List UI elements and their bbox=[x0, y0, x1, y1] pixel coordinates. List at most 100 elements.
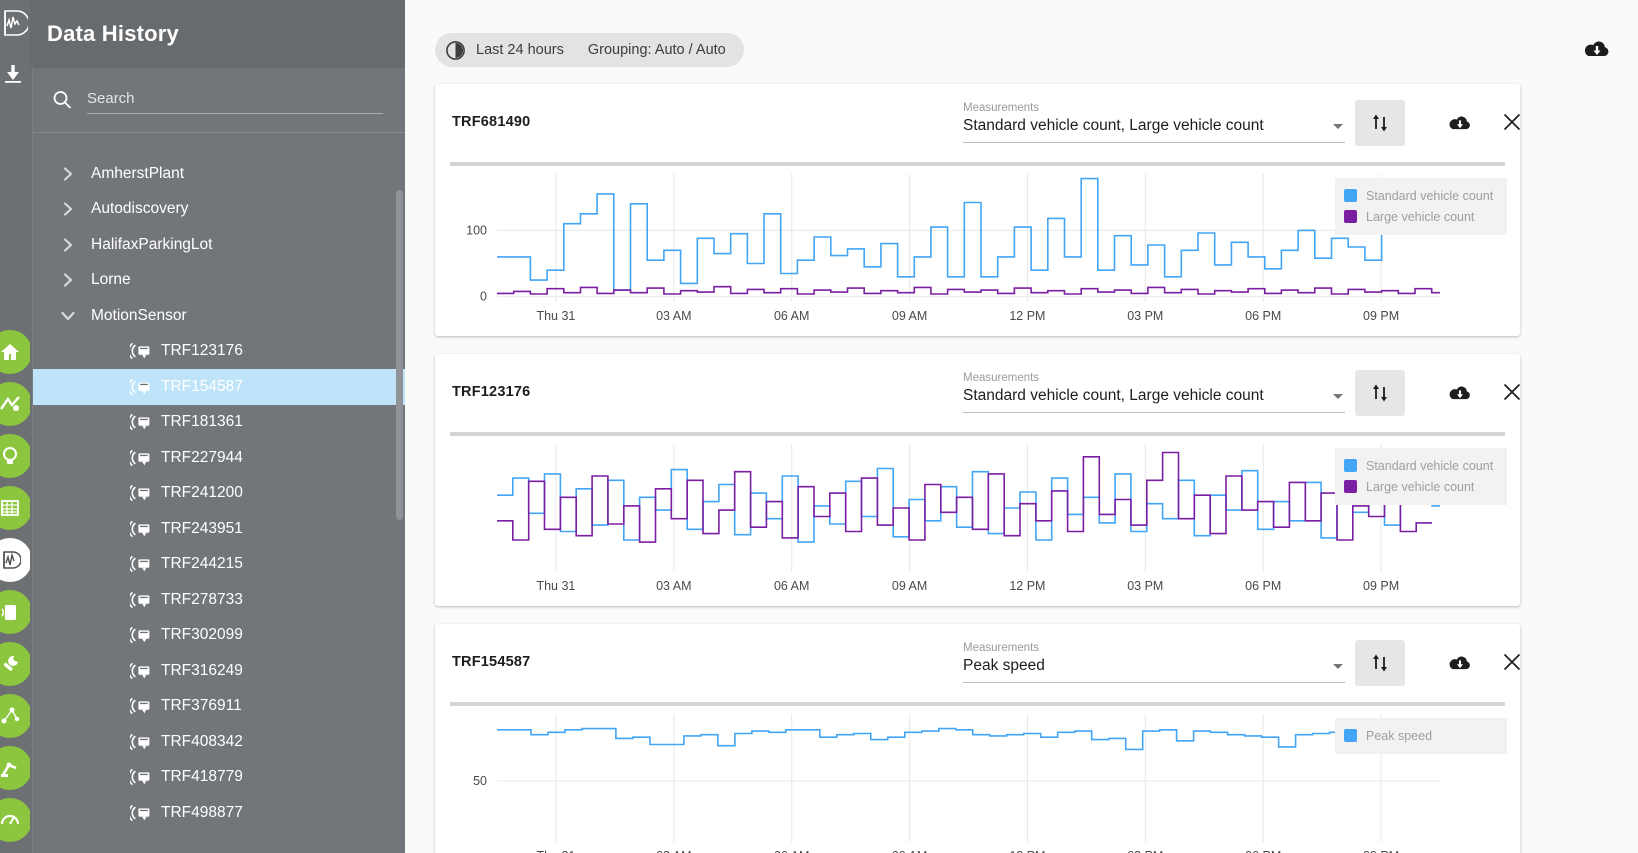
measurements-selector[interactable]: Measurements Peak speed bbox=[963, 642, 1345, 683]
sidebar-item-label: TRF227944 bbox=[161, 448, 243, 466]
time-range-chip[interactable]: Last 24 hours Grouping: Auto / Auto bbox=[435, 33, 744, 67]
table-grid-icon[interactable] bbox=[0, 486, 32, 530]
data-history-icon[interactable] bbox=[0, 538, 32, 582]
legend-item[interactable]: Standard vehicle count bbox=[1344, 185, 1497, 206]
cloud-download-icon[interactable] bbox=[1582, 34, 1612, 64]
svg-text:06 PM: 06 PM bbox=[1245, 579, 1281, 593]
measurements-label: Measurements bbox=[963, 372, 1040, 384]
measurements-select[interactable]: Standard vehicle count, Large vehicle co… bbox=[963, 117, 1345, 143]
sidebar-item-label: TRF243951 bbox=[161, 519, 243, 537]
legend-label: Large vehicle count bbox=[1366, 209, 1475, 224]
chevron-down-icon[interactable] bbox=[1333, 394, 1343, 399]
sidebar-item-label: TRF278733 bbox=[161, 590, 243, 608]
map-route-icon[interactable] bbox=[0, 382, 32, 426]
chevron-right-icon[interactable] bbox=[59, 236, 77, 254]
rail-module-list bbox=[0, 330, 32, 850]
analytics-chart-icon[interactable] bbox=[0, 6, 30, 40]
sidebar-item-trf123176[interactable]: TRF123176 bbox=[33, 334, 405, 370]
sidebar-item-trf498877[interactable]: TRF498877 bbox=[33, 795, 405, 831]
home-icon[interactable] bbox=[0, 330, 32, 374]
sidebar-item-trf154587[interactable]: TRF154587 bbox=[33, 369, 405, 405]
chevron-right-icon[interactable] bbox=[59, 165, 77, 183]
svg-text:Thu 31: Thu 31 bbox=[536, 579, 575, 593]
chevron-right-icon[interactable] bbox=[59, 200, 77, 218]
sidebar-item-trf181361[interactable]: TRF181361 bbox=[33, 405, 405, 441]
sort-axis-button[interactable] bbox=[1355, 100, 1405, 146]
cloud-download-icon[interactable] bbox=[1447, 650, 1473, 676]
main-content: Last 24 hours Grouping: Auto / Auto TRF6… bbox=[405, 0, 1638, 853]
robot-arm-icon[interactable] bbox=[0, 746, 32, 790]
measurements-select[interactable]: Peak speed bbox=[963, 657, 1345, 683]
search-input[interactable] bbox=[87, 86, 383, 114]
sidebar-item-trf376911[interactable]: TRF376911 bbox=[33, 689, 405, 725]
sidebar-item-label: HalifaxParkingLot bbox=[91, 235, 213, 253]
svg-text:06 AM: 06 AM bbox=[774, 849, 809, 853]
sidebar-item-halifaxparkinglot[interactable]: HalifaxParkingLot bbox=[33, 227, 405, 263]
sidebar-item-trf418779[interactable]: TRF418779 bbox=[33, 760, 405, 796]
motion-sensor-icon bbox=[130, 661, 152, 681]
close-icon[interactable] bbox=[1500, 650, 1524, 674]
chart-legend: Standard vehicle count Large vehicle coun… bbox=[1335, 448, 1507, 505]
measurements-value: Standard vehicle count, Large vehicle co… bbox=[963, 117, 1264, 134]
chart-area: Thu 31 03 AM 06 AM 09 AM 12 PM 03 PM 06 PM 09 P… bbox=[435, 702, 1520, 853]
sidebar-item-trf227944[interactable]: TRF227944 bbox=[33, 440, 405, 476]
sidebar-item-lorne[interactable]: Lorne bbox=[33, 263, 405, 299]
device-signal-icon[interactable] bbox=[0, 590, 32, 634]
legend-item[interactable]: Large vehicle count bbox=[1344, 476, 1497, 497]
svg-text:06 PM: 06 PM bbox=[1245, 309, 1281, 323]
legend-item[interactable]: Standard vehicle count bbox=[1344, 455, 1497, 476]
cloud-download-icon[interactable] bbox=[1447, 110, 1473, 136]
sidebar-item-amherstplant[interactable]: AmherstPlant bbox=[33, 156, 405, 192]
legend-item[interactable]: Peak speed bbox=[1344, 725, 1497, 746]
sort-axis-button[interactable] bbox=[1355, 640, 1405, 686]
gauge-icon[interactable] bbox=[0, 798, 32, 842]
sidebar-item-label: TRF181361 bbox=[161, 413, 243, 431]
svg-text:09 PM: 09 PM bbox=[1363, 309, 1399, 323]
chevron-down-icon[interactable] bbox=[1333, 124, 1343, 129]
close-icon[interactable] bbox=[1500, 110, 1524, 134]
wrench-icon[interactable] bbox=[0, 642, 32, 686]
sidebar-item-trf302099[interactable]: TRF302099 bbox=[33, 618, 405, 654]
svg-text:12 PM: 12 PM bbox=[1009, 579, 1045, 593]
device-tree: AmherstPlant Autodiscovery HalifaxParkingL… bbox=[33, 134, 405, 853]
sidebar-item-trf278733[interactable]: TRF278733 bbox=[33, 582, 405, 618]
legend-item[interactable]: Large vehicle count bbox=[1344, 206, 1497, 227]
sidebar-item-label: TRF316249 bbox=[161, 661, 243, 679]
network-nodes-icon[interactable] bbox=[0, 694, 32, 738]
sidebar-item-trf243951[interactable]: TRF243951 bbox=[33, 511, 405, 547]
measurements-selector[interactable]: Measurements Standard vehicle count, Larg… bbox=[963, 102, 1345, 143]
svg-text:03 PM: 03 PM bbox=[1127, 309, 1163, 323]
sidebar-item-autodiscovery[interactable]: Autodiscovery bbox=[33, 192, 405, 228]
measurements-select[interactable]: Standard vehicle count, Large vehicle co… bbox=[963, 387, 1345, 413]
svg-text:06 AM: 06 AM bbox=[774, 579, 809, 593]
sidebar-item-label: Autodiscovery bbox=[91, 200, 189, 218]
sidebar-title: Data History bbox=[47, 21, 179, 46]
cloud-download-icon[interactable] bbox=[1447, 380, 1473, 406]
sidebar-item-trf241200[interactable]: TRF241200 bbox=[33, 476, 405, 512]
chart-legend: Peak speed bbox=[1335, 718, 1507, 754]
sidebar-item-trf244215[interactable]: TRF244215 bbox=[33, 547, 405, 583]
download-icon[interactable] bbox=[0, 60, 28, 88]
data-history-page: Data History AmherstPlant Autodiscovery Ha… bbox=[0, 0, 1638, 853]
chevron-down-icon[interactable] bbox=[59, 307, 77, 325]
measurements-selector[interactable]: Measurements Standard vehicle count, Larg… bbox=[963, 372, 1345, 413]
close-icon[interactable] bbox=[1500, 380, 1524, 404]
svg-text:03 AM: 03 AM bbox=[656, 579, 691, 593]
sidebar-item-trf408342[interactable]: TRF408342 bbox=[33, 724, 405, 760]
app-icon-rail bbox=[0, 0, 32, 853]
sidebar-item-label: TRF376911 bbox=[161, 697, 242, 715]
svg-text:06 PM: 06 PM bbox=[1245, 849, 1281, 853]
svg-text:Thu 31: Thu 31 bbox=[536, 309, 575, 323]
chevron-down-icon[interactable] bbox=[1333, 664, 1343, 669]
sidebar-item-label: TRF244215 bbox=[161, 555, 243, 573]
legend-label: Standard vehicle count bbox=[1366, 188, 1494, 203]
chevron-right-icon[interactable] bbox=[59, 271, 77, 289]
sidebar-scrollbar-thumb[interactable] bbox=[396, 190, 403, 520]
sort-axis-button[interactable] bbox=[1355, 370, 1405, 416]
lightbulb-icon[interactable] bbox=[0, 434, 32, 478]
clock-icon bbox=[445, 40, 466, 61]
motion-sensor-icon bbox=[130, 590, 152, 610]
sidebar-item-trf316249[interactable]: TRF316249 bbox=[33, 653, 405, 689]
svg-text:12 PM: 12 PM bbox=[1009, 849, 1045, 853]
sidebar-item-motionsensor[interactable]: MotionSensor bbox=[33, 298, 405, 334]
